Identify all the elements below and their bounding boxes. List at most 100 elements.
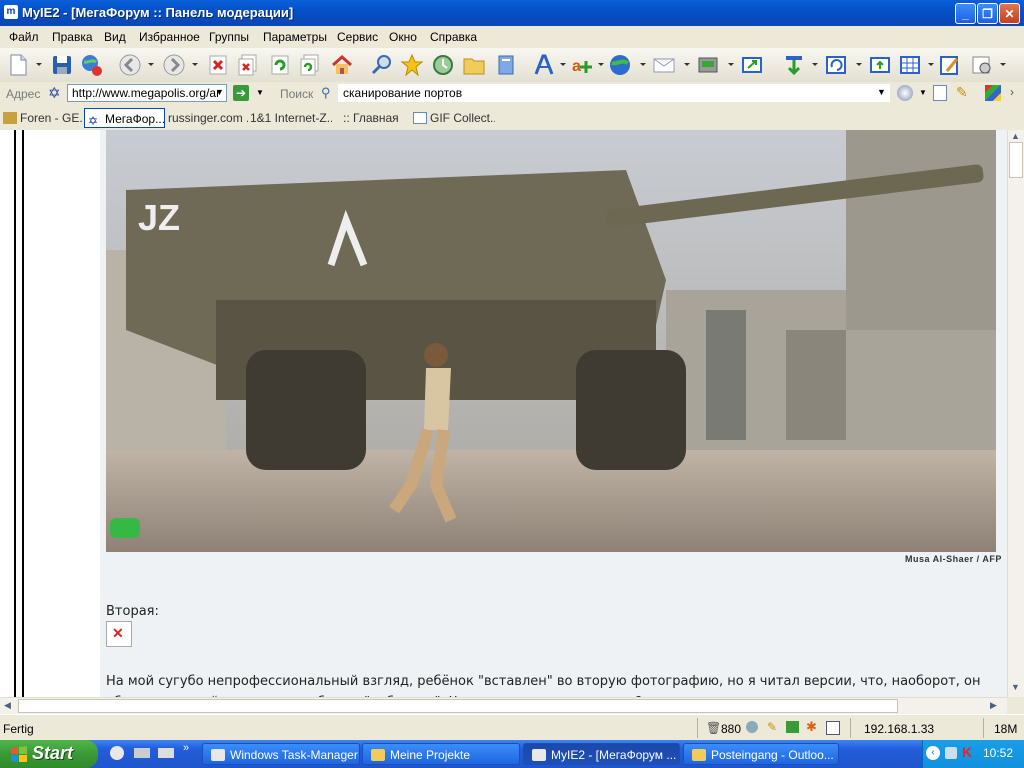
fullscreen-icon[interactable] [740, 53, 764, 77]
grid-view-icon[interactable] [898, 53, 922, 77]
quicklaunch-expand-icon[interactable]: » [183, 742, 189, 754]
task-myie2[interactable]: MyIE2 - [МегаФорум ... [523, 743, 680, 765]
url-input[interactable]: http://www.megapolis.org/ar [67, 84, 227, 102]
address-label: Адрес [6, 87, 41, 101]
vertical-scrollbar[interactable]: ▲ ▼ [1007, 130, 1024, 697]
tab-foren[interactable]: Foren - GE... [3, 108, 83, 128]
vertical-scroll-thumb[interactable] [1009, 142, 1023, 178]
refresh-all-icon[interactable] [298, 53, 322, 77]
status-text: Fertig [3, 722, 34, 736]
close-button[interactable]: ✕ [999, 3, 1020, 24]
horizontal-scroll-thumb[interactable] [18, 699, 898, 713]
gear-icon[interactable]: ✱ [806, 719, 817, 735]
windows-logo-icon[interactable] [985, 85, 1001, 101]
stop-icon[interactable] [206, 53, 230, 77]
history-icon[interactable] [431, 53, 455, 77]
crown-icon [3, 112, 17, 124]
menu-options[interactable]: Параметры [263, 30, 327, 44]
clipboard-icon[interactable] [494, 53, 518, 77]
outlook-icon [692, 749, 706, 761]
url-dropdown-icon[interactable]: ▼ [215, 87, 224, 97]
tab-bar: Foren - GE... ✡ МегаФор... russinger.com … [0, 106, 1024, 131]
status-bar: Fertig 🗑 880 ✎ ✱ 192.168.1.33 18M [0, 714, 1024, 741]
back-icon[interactable] [118, 53, 142, 77]
scroll-left-icon[interactable]: ◀ [4, 700, 11, 711]
start-button[interactable]: Start [0, 740, 98, 768]
menu-edit[interactable]: Правка [52, 30, 93, 44]
proxy-icon[interactable] [696, 53, 720, 77]
highlighter-icon[interactable]: ✎ [956, 84, 968, 101]
stop-all-icon[interactable] [236, 53, 260, 77]
font-size-icon[interactable] [532, 53, 556, 77]
clock: 10:52 [983, 746, 1014, 760]
edit-status-icon[interactable] [826, 721, 840, 735]
search-dropdown-icon[interactable]: ▼ [877, 87, 886, 97]
save-icon[interactable] [50, 53, 74, 77]
menu-window[interactable]: Окно [389, 30, 417, 44]
quicklaunch-device-icon[interactable] [134, 748, 150, 758]
mail-icon[interactable] [652, 53, 676, 77]
engine-globe-icon[interactable] [897, 85, 913, 101]
svg-text:JZ: JZ [138, 197, 180, 238]
menu-view[interactable]: Вид [104, 30, 126, 44]
go-arrow-icon[interactable]: ➔ [233, 85, 249, 101]
menu-help[interactable]: Справка [430, 30, 477, 44]
task-outlook[interactable]: Posteingang - Outloo... [683, 743, 839, 765]
favorites-star-icon[interactable] [400, 53, 424, 77]
go-dropdown-icon[interactable]: ▼ [256, 88, 264, 97]
forward-icon[interactable] [162, 53, 186, 77]
search-input[interactable]: сканирование портов [338, 84, 890, 102]
popup-filter-icon[interactable] [746, 721, 758, 733]
new-document-icon[interactable] [6, 53, 30, 77]
broken-image-icon: ✕ [106, 621, 132, 647]
scroll-up-icon[interactable]: ▲ [1011, 131, 1020, 141]
edit-page-icon[interactable] [938, 53, 962, 77]
quicklaunch-device2-icon[interactable] [158, 748, 174, 758]
undo-close-icon[interactable] [824, 53, 848, 77]
highlight-page-icon[interactable] [933, 85, 947, 101]
download-status-icon[interactable] [786, 721, 799, 733]
menu-file[interactable]: Файл [9, 30, 39, 44]
scroll-right-icon[interactable]: ▶ [990, 700, 997, 711]
window-layout-icon[interactable] [868, 53, 892, 77]
tab-glavnaya[interactable]: :: Главная [343, 108, 409, 128]
horizontal-scrollbar[interactable]: ◀ ▶ [0, 697, 1007, 714]
trash-icon[interactable]: 🗑 [706, 721, 721, 735]
search-magnifier-icon: ⚲ [321, 85, 331, 100]
search-icon[interactable] [370, 53, 394, 77]
refresh-icon[interactable] [268, 53, 292, 77]
encoding-icon[interactable]: a [570, 53, 594, 77]
tab-1and1[interactable]: 1&1 Internet-Z... [250, 108, 332, 128]
tab-russinger[interactable]: russinger.com ... [168, 108, 248, 128]
folder-icon[interactable] [462, 53, 486, 77]
globe-icon[interactable] [608, 53, 632, 77]
network-globe-icon[interactable] [80, 53, 104, 77]
page-icon [413, 112, 427, 124]
tab-megaforum[interactable]: ✡ МегаФор... [84, 108, 165, 128]
menu-favorites[interactable]: Избранное [139, 30, 200, 44]
settings-icon[interactable] [970, 53, 994, 77]
memory-usage: 18M [994, 722, 1018, 736]
address-bar: Адрес ✡ http://www.megapolis.org/ar ▼ ➔ … [0, 82, 1024, 107]
flash-filter-icon[interactable]: ✎ [767, 720, 777, 734]
task-task-manager[interactable]: Windows Task-Manager [202, 743, 360, 765]
maximize-button[interactable]: ❐ [977, 3, 998, 24]
task-meine-projekte[interactable]: Meine Projekte [362, 743, 520, 765]
page-content: JZ Musa Al-Shaer / AFP Вторая: ✕ На мой … [0, 130, 1007, 697]
download-icon[interactable] [782, 53, 806, 77]
minimize-button[interactable]: _ [955, 3, 976, 24]
engine-dropdown-icon[interactable]: ▼ [919, 88, 927, 97]
taskbar: Start » Windows Task-Manager Meine Proje… [0, 740, 1024, 768]
tray-antivirus-icon[interactable]: K [962, 744, 972, 760]
quicklaunch-browser-icon[interactable] [110, 746, 124, 760]
tray-arrow-icon[interactable]: ‹ [926, 746, 940, 760]
scroll-down-icon[interactable]: ▼ [1011, 682, 1020, 692]
tray-app-icon[interactable] [945, 747, 957, 759]
menu-groups[interactable]: Группы [209, 30, 249, 44]
chevron-right-icon[interactable]: › [1010, 85, 1014, 99]
toolbar: a [0, 48, 1024, 83]
home-icon[interactable] [330, 53, 354, 77]
tab-gif-collect[interactable]: GIF Collect... [413, 108, 495, 128]
menu-tools[interactable]: Сервис [337, 30, 378, 44]
blocked-count: 880 [721, 722, 742, 736]
